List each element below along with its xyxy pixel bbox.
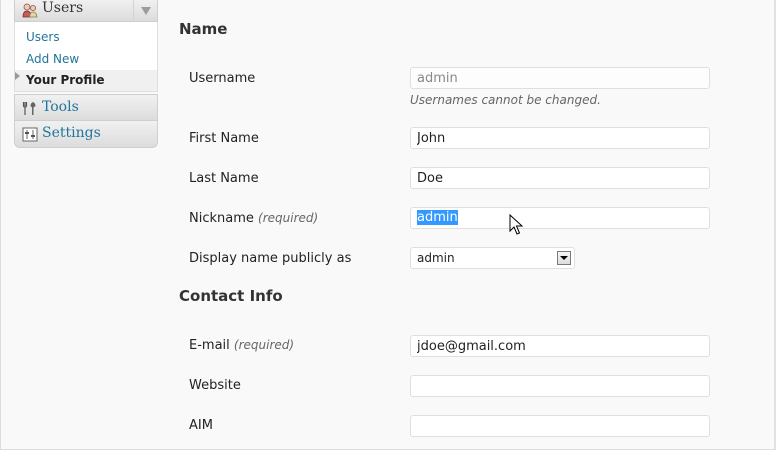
aim-input[interactable] [410, 415, 710, 437]
website-label: Website [189, 378, 241, 393]
contact-info-section-heading: Contact Info [179, 287, 283, 305]
current-page-arrow-icon [15, 72, 20, 80]
mouse-cursor-icon [509, 214, 523, 235]
chevron-down-icon [140, 6, 151, 15]
admin-sidebar-menu: Users Users Add New Your Profile Tools S… [14, 0, 158, 148]
settings-icon [22, 127, 38, 142]
menu-toggle-button[interactable] [133, 0, 157, 21]
nickname-label: Nickname (required) [189, 211, 318, 226]
submenu-item-your-profile[interactable]: Your Profile [15, 70, 157, 91]
first-name-input[interactable] [410, 127, 710, 149]
tools-icon [22, 102, 36, 115]
email-label-text: E-mail [189, 338, 230, 353]
chevron-down-icon [560, 256, 568, 260]
nickname-input[interactable]: admin [410, 207, 710, 229]
display-name-label: Display name publicly as [189, 251, 352, 266]
nickname-required-note: (required) [258, 211, 319, 225]
frame-border-left [0, 0, 1, 450]
username-hint: Usernames cannot be changed. [410, 93, 601, 107]
username-input[interactable] [410, 67, 710, 89]
aim-label: AIM [189, 418, 213, 433]
nickname-label-text: Nickname [189, 211, 254, 226]
display-name-selected-value: admin [417, 251, 455, 265]
submenu-item-users[interactable]: Users [15, 26, 157, 48]
menu-settings[interactable]: Settings [14, 121, 158, 148]
nickname-selected-text: admin [417, 210, 458, 225]
email-label: E-mail (required) [189, 338, 294, 353]
display-name-select[interactable]: admin [410, 247, 575, 269]
name-section-heading: Name [179, 20, 228, 38]
menu-settings-label: Settings [42, 125, 101, 141]
last-name-input[interactable] [410, 167, 710, 189]
menu-users-label: Users [42, 0, 84, 16]
menu-tools-label: Tools [42, 99, 79, 115]
users-icon [22, 3, 38, 18]
email-required-note: (required) [233, 338, 295, 352]
first-name-label: First Name [189, 131, 259, 146]
username-label: Username [189, 71, 256, 86]
email-input[interactable] [410, 335, 710, 357]
select-dropdown-button[interactable] [557, 251, 571, 265]
users-submenu: Users Add New Your Profile [14, 22, 158, 92]
menu-users-header[interactable]: Users [14, 0, 158, 22]
menu-tools[interactable]: Tools [14, 94, 158, 121]
last-name-label: Last Name [189, 171, 259, 186]
submenu-item-add-new[interactable]: Add New [15, 48, 157, 70]
website-input[interactable] [410, 375, 710, 397]
